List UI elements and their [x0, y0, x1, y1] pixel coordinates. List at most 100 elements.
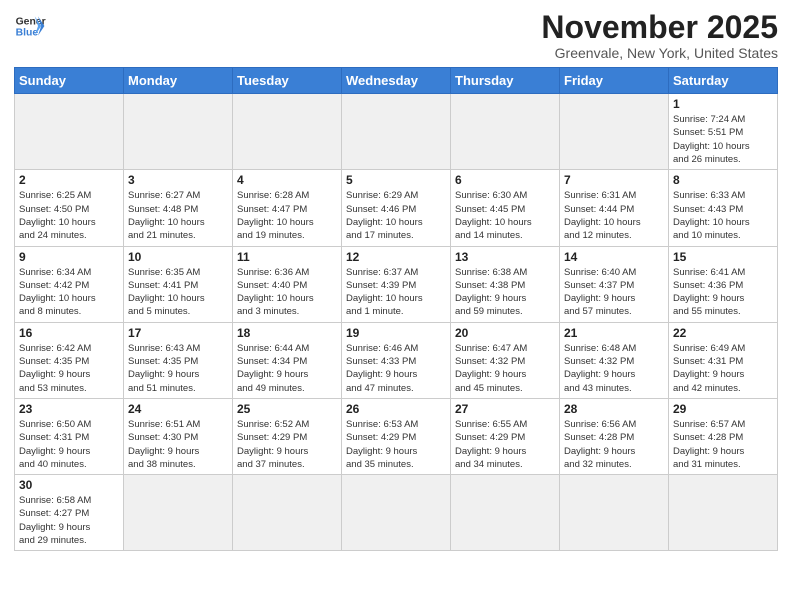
day-info: Sunrise: 6:43 AM Sunset: 4:35 PM Dayligh…	[128, 342, 228, 395]
day-number: 18	[237, 326, 337, 340]
day-info: Sunrise: 6:56 AM Sunset: 4:28 PM Dayligh…	[564, 418, 664, 471]
table-row	[124, 475, 233, 551]
day-info: Sunrise: 6:37 AM Sunset: 4:39 PM Dayligh…	[346, 266, 446, 319]
logo: General Blue	[14, 10, 46, 42]
table-row	[451, 475, 560, 551]
table-row: 17 Sunrise: 6:43 AM Sunset: 4:35 PM Dayli…	[124, 322, 233, 398]
calendar-week-row: 2 Sunrise: 6:25 AM Sunset: 4:50 PM Daylig…	[15, 170, 778, 246]
day-number: 3	[128, 173, 228, 187]
day-info: Sunrise: 6:47 AM Sunset: 4:32 PM Dayligh…	[455, 342, 555, 395]
day-number: 30	[19, 478, 119, 492]
table-row: 9 Sunrise: 6:34 AM Sunset: 4:42 PM Daylig…	[15, 246, 124, 322]
table-row: 7Sunrise: 6:31 AM Sunset: 4:44 PM Daylig…	[560, 170, 669, 246]
table-row	[233, 475, 342, 551]
day-number: 25	[237, 402, 337, 416]
day-number: 4	[237, 173, 337, 187]
table-row: 6 Sunrise: 6:30 AM Sunset: 4:45 PM Daylig…	[451, 170, 560, 246]
col-sunday: Sunday	[15, 68, 124, 94]
table-row: 21 Sunrise: 6:48 AM Sunset: 4:32 PM Dayli…	[560, 322, 669, 398]
calendar-week-row: 16 Sunrise: 6:42 AM Sunset: 4:35 PM Dayli…	[15, 322, 778, 398]
page: General Blue November 2025 Greenvale, Ne…	[0, 0, 792, 612]
col-monday: Monday	[124, 68, 233, 94]
day-number: 17	[128, 326, 228, 340]
table-row	[560, 94, 669, 170]
col-thursday: Thursday	[451, 68, 560, 94]
table-row: 24Sunrise: 6:51 AM Sunset: 4:30 PM Dayli…	[124, 398, 233, 474]
day-number: 21	[564, 326, 664, 340]
month-title: November 2025	[541, 10, 778, 45]
day-number: 26	[346, 402, 446, 416]
day-number: 24	[128, 402, 228, 416]
day-info: Sunrise: 6:46 AM Sunset: 4:33 PM Dayligh…	[346, 342, 446, 395]
day-info: Sunrise: 6:50 AM Sunset: 4:31 PM Dayligh…	[19, 418, 119, 471]
day-info: Sunrise: 6:28 AM Sunset: 4:47 PM Dayligh…	[237, 189, 337, 242]
table-row: 10Sunrise: 6:35 AM Sunset: 4:41 PM Dayli…	[124, 246, 233, 322]
day-number: 7	[564, 173, 664, 187]
table-row	[342, 475, 451, 551]
calendar-week-row: 9 Sunrise: 6:34 AM Sunset: 4:42 PM Daylig…	[15, 246, 778, 322]
day-number: 12	[346, 250, 446, 264]
calendar-week-row: 1 Sunrise: 7:24 AM Sunset: 5:51 PM Daylig…	[15, 94, 778, 170]
table-row: 1 Sunrise: 7:24 AM Sunset: 5:51 PM Daylig…	[669, 94, 778, 170]
table-row: 26 Sunrise: 6:53 AM Sunset: 4:29 PM Dayli…	[342, 398, 451, 474]
day-number: 6	[455, 173, 555, 187]
day-info: Sunrise: 6:29 AM Sunset: 4:46 PM Dayligh…	[346, 189, 446, 242]
table-row: 12 Sunrise: 6:37 AM Sunset: 4:39 PM Dayli…	[342, 246, 451, 322]
day-number: 28	[564, 402, 664, 416]
day-info: Sunrise: 6:25 AM Sunset: 4:50 PM Dayligh…	[19, 189, 119, 242]
table-row: 13Sunrise: 6:38 AM Sunset: 4:38 PM Dayli…	[451, 246, 560, 322]
table-row	[669, 475, 778, 551]
day-number: 1	[673, 97, 773, 111]
day-info: Sunrise: 6:44 AM Sunset: 4:34 PM Dayligh…	[237, 342, 337, 395]
day-info: Sunrise: 6:49 AM Sunset: 4:31 PM Dayligh…	[673, 342, 773, 395]
day-number: 19	[346, 326, 446, 340]
day-number: 2	[19, 173, 119, 187]
day-number: 11	[237, 250, 337, 264]
location: Greenvale, New York, United States	[541, 45, 778, 61]
table-row	[233, 94, 342, 170]
header: General Blue November 2025 Greenvale, Ne…	[14, 10, 778, 61]
day-info: Sunrise: 6:48 AM Sunset: 4:32 PM Dayligh…	[564, 342, 664, 395]
table-row: 16 Sunrise: 6:42 AM Sunset: 4:35 PM Dayli…	[15, 322, 124, 398]
day-number: 5	[346, 173, 446, 187]
day-number: 16	[19, 326, 119, 340]
table-row	[451, 94, 560, 170]
day-number: 27	[455, 402, 555, 416]
table-row: 11 Sunrise: 6:36 AM Sunset: 4:40 PM Dayli…	[233, 246, 342, 322]
col-tuesday: Tuesday	[233, 68, 342, 94]
table-row: 22Sunrise: 6:49 AM Sunset: 4:31 PM Dayli…	[669, 322, 778, 398]
calendar-table: Sunday Monday Tuesday Wednesday Thursday…	[14, 67, 778, 551]
day-info: Sunrise: 6:27 AM Sunset: 4:48 PM Dayligh…	[128, 189, 228, 242]
day-info: Sunrise: 6:33 AM Sunset: 4:43 PM Dayligh…	[673, 189, 773, 242]
day-number: 23	[19, 402, 119, 416]
calendar-week-row: 30 Sunrise: 6:58 AM Sunset: 4:27 PM Dayli…	[15, 475, 778, 551]
table-row: 14Sunrise: 6:40 AM Sunset: 4:37 PM Dayli…	[560, 246, 669, 322]
table-row: 29Sunrise: 6:57 AM Sunset: 4:28 PM Dayli…	[669, 398, 778, 474]
table-row: 15Sunrise: 6:41 AM Sunset: 4:36 PM Dayli…	[669, 246, 778, 322]
day-info: Sunrise: 6:52 AM Sunset: 4:29 PM Dayligh…	[237, 418, 337, 471]
day-info: Sunrise: 6:42 AM Sunset: 4:35 PM Dayligh…	[19, 342, 119, 395]
table-row: 28 Sunrise: 6:56 AM Sunset: 4:28 PM Dayli…	[560, 398, 669, 474]
col-friday: Friday	[560, 68, 669, 94]
day-info: Sunrise: 6:30 AM Sunset: 4:45 PM Dayligh…	[455, 189, 555, 242]
table-row	[342, 94, 451, 170]
day-info: Sunrise: 6:53 AM Sunset: 4:29 PM Dayligh…	[346, 418, 446, 471]
table-row: 5 Sunrise: 6:29 AM Sunset: 4:46 PM Daylig…	[342, 170, 451, 246]
generalblue-logo-icon: General Blue	[14, 10, 46, 42]
title-block: November 2025 Greenvale, New York, Unite…	[541, 10, 778, 61]
col-saturday: Saturday	[669, 68, 778, 94]
day-info: Sunrise: 6:41 AM Sunset: 4:36 PM Dayligh…	[673, 266, 773, 319]
day-info: Sunrise: 6:35 AM Sunset: 4:41 PM Dayligh…	[128, 266, 228, 319]
table-row: 30 Sunrise: 6:58 AM Sunset: 4:27 PM Dayli…	[15, 475, 124, 551]
day-info: Sunrise: 6:36 AM Sunset: 4:40 PM Dayligh…	[237, 266, 337, 319]
table-row: 20Sunrise: 6:47 AM Sunset: 4:32 PM Dayli…	[451, 322, 560, 398]
day-info: Sunrise: 7:24 AM Sunset: 5:51 PM Dayligh…	[673, 113, 773, 166]
day-number: 29	[673, 402, 773, 416]
table-row: 8Sunrise: 6:33 AM Sunset: 4:43 PM Daylig…	[669, 170, 778, 246]
calendar-week-row: 23 Sunrise: 6:50 AM Sunset: 4:31 PM Dayli…	[15, 398, 778, 474]
day-info: Sunrise: 6:34 AM Sunset: 4:42 PM Dayligh…	[19, 266, 119, 319]
day-number: 9	[19, 250, 119, 264]
table-row: 23 Sunrise: 6:50 AM Sunset: 4:31 PM Dayli…	[15, 398, 124, 474]
col-wednesday: Wednesday	[342, 68, 451, 94]
day-info: Sunrise: 6:58 AM Sunset: 4:27 PM Dayligh…	[19, 494, 119, 547]
